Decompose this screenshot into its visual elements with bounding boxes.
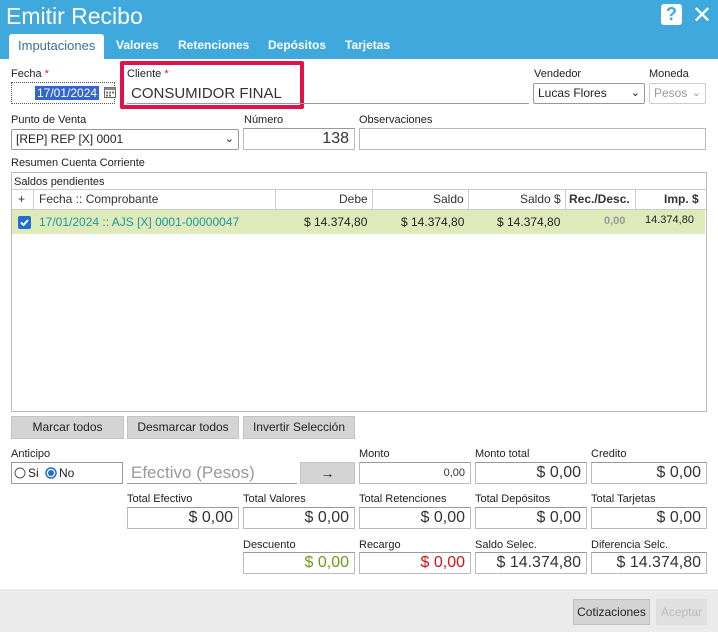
- calendar-icon[interactable]: [104, 86, 116, 98]
- fecha-value: 17/01/2024: [35, 86, 100, 100]
- col-imp[interactable]: Imp. $: [664, 192, 699, 206]
- chevron-down-icon: ⌄: [630, 87, 640, 99]
- row-debe: $ 14.374,80: [304, 215, 368, 229]
- efectivo-placeholder: Efectivo (Pesos): [131, 463, 255, 482]
- fecha-label: Fecha *: [11, 68, 49, 80]
- total-retenciones-field: $ 0,00: [359, 507, 471, 529]
- col-saldo[interactable]: Saldo: [433, 192, 464, 206]
- row-imp[interactable]: 14.374,80: [645, 214, 694, 226]
- arrow-button[interactable]: →: [300, 462, 355, 484]
- saldo-selec-field: $ 14.374,80: [475, 552, 587, 574]
- help-button[interactable]: ?: [661, 4, 682, 25]
- tab-valores[interactable]: Valores: [116, 38, 159, 52]
- col-divider: [275, 189, 276, 210]
- col-plus[interactable]: +: [18, 192, 25, 206]
- col-fecha-comprobante[interactable]: Fecha :: Comprobante: [39, 192, 158, 206]
- col-saldo-pesos[interactable]: Saldo $: [520, 192, 561, 206]
- punto-venta-value: [REP] REP [X] 0001: [16, 132, 124, 146]
- tab-depositos[interactable]: Depósitos: [268, 38, 326, 52]
- moneda-label: Moneda: [649, 68, 689, 80]
- observaciones-field[interactable]: [359, 128, 706, 150]
- monto-total-label: Monto total: [475, 448, 530, 460]
- tab-imputaciones[interactable]: Imputaciones: [9, 34, 105, 59]
- desmarcar-todos-button[interactable]: Desmarcar todos: [127, 416, 239, 439]
- marcar-todos-button[interactable]: Marcar todos: [11, 416, 124, 439]
- saldo-selec-label: Saldo Selec.: [475, 539, 537, 551]
- window-title: Emitir Recibo: [6, 3, 143, 29]
- col-divider: [33, 189, 34, 210]
- radio-no-label: No: [59, 466, 75, 480]
- recargo-field[interactable]: $ 0,00: [359, 552, 471, 574]
- col-rec-desc[interactable]: Rec./Desc.: [569, 192, 630, 206]
- radio-si[interactable]: [14, 467, 26, 479]
- total-depositos-label: Total Depósitos: [475, 493, 551, 505]
- total-depositos-field: $ 0,00: [475, 507, 587, 529]
- tab-tarjetas[interactable]: Tarjetas: [345, 38, 390, 52]
- total-efectivo-field: $ 0,00: [127, 507, 239, 529]
- total-retenciones-label: Total Retenciones: [359, 493, 447, 505]
- moneda-select[interactable]: Pesos ⌄: [649, 83, 706, 104]
- radio-no[interactable]: [45, 467, 57, 479]
- close-button[interactable]: ✕: [692, 1, 712, 30]
- chevron-down-icon: ⌄: [691, 87, 701, 99]
- cliente-value: CONSUMIDOR FINAL: [131, 85, 282, 102]
- diferencia-selc-label: Diferencia Selc.: [591, 539, 669, 551]
- descuento-field[interactable]: $ 0,00: [243, 552, 355, 574]
- recargo-label: Recargo: [359, 539, 401, 551]
- total-valores-field: $ 0,00: [243, 507, 355, 529]
- anticipo-label: Anticipo: [11, 448, 51, 460]
- vendedor-select[interactable]: Lucas Flores ⌄: [533, 83, 645, 104]
- total-tarjetas-label: Total Tarjetas: [591, 493, 656, 505]
- col-divider: [565, 189, 566, 210]
- total-efectivo-label: Total Efectivo: [127, 493, 193, 505]
- credito-field: $ 0,00: [591, 462, 707, 484]
- chevron-down-icon: ⌄: [224, 133, 234, 145]
- punto-venta-label: Punto de Venta: [11, 114, 87, 126]
- invertir-seleccion-button[interactable]: Invertir Selección: [243, 416, 355, 439]
- monto-total-field: $ 0,00: [475, 462, 587, 484]
- descuento-label: Descuento: [243, 539, 296, 551]
- punto-venta-select[interactable]: [REP] REP [X] 0001 ⌄: [11, 129, 239, 150]
- col-divider: [468, 189, 469, 210]
- col-divider: [635, 189, 636, 210]
- row-rec-desc[interactable]: 0,00: [604, 215, 625, 227]
- aceptar-button[interactable]: Aceptar: [656, 599, 707, 625]
- row-saldo: $ 14.374,80: [401, 215, 465, 229]
- radio-si-label: Si: [28, 466, 39, 480]
- credito-label: Credito: [591, 448, 627, 460]
- row-saldo-pesos: $ 14.374,80: [497, 215, 561, 229]
- numero-label: Número: [244, 114, 284, 126]
- col-debe[interactable]: Debe: [339, 192, 368, 206]
- col-divider: [372, 189, 373, 210]
- vendedor-value: Lucas Flores: [538, 86, 607, 100]
- saldos-label: Saldos pendientes: [14, 176, 105, 188]
- monto-field[interactable]: 0,00: [359, 462, 471, 484]
- total-valores-label: Total Valores: [243, 493, 306, 505]
- resumen-label: Resumen Cuenta Corriente: [11, 157, 145, 169]
- cotizaciones-button[interactable]: Cotizaciones: [573, 599, 650, 625]
- row-comprobante: 17/01/2024 :: AJS [X] 0001-00000047: [39, 215, 240, 229]
- vendedor-label: Vendedor: [534, 68, 582, 80]
- numero-field[interactable]: 138: [243, 128, 355, 150]
- tab-retenciones[interactable]: Retenciones: [178, 38, 249, 52]
- cliente-label: Cliente *: [127, 68, 169, 80]
- row-checkbox[interactable]: [18, 216, 31, 229]
- moneda-value: Pesos: [654, 86, 688, 100]
- observaciones-label: Observaciones: [359, 114, 433, 126]
- monto-label: Monto: [359, 448, 390, 460]
- total-tarjetas-field: $ 0,00: [591, 507, 707, 529]
- diferencia-selc-field: $ 14.374,80: [591, 552, 707, 574]
